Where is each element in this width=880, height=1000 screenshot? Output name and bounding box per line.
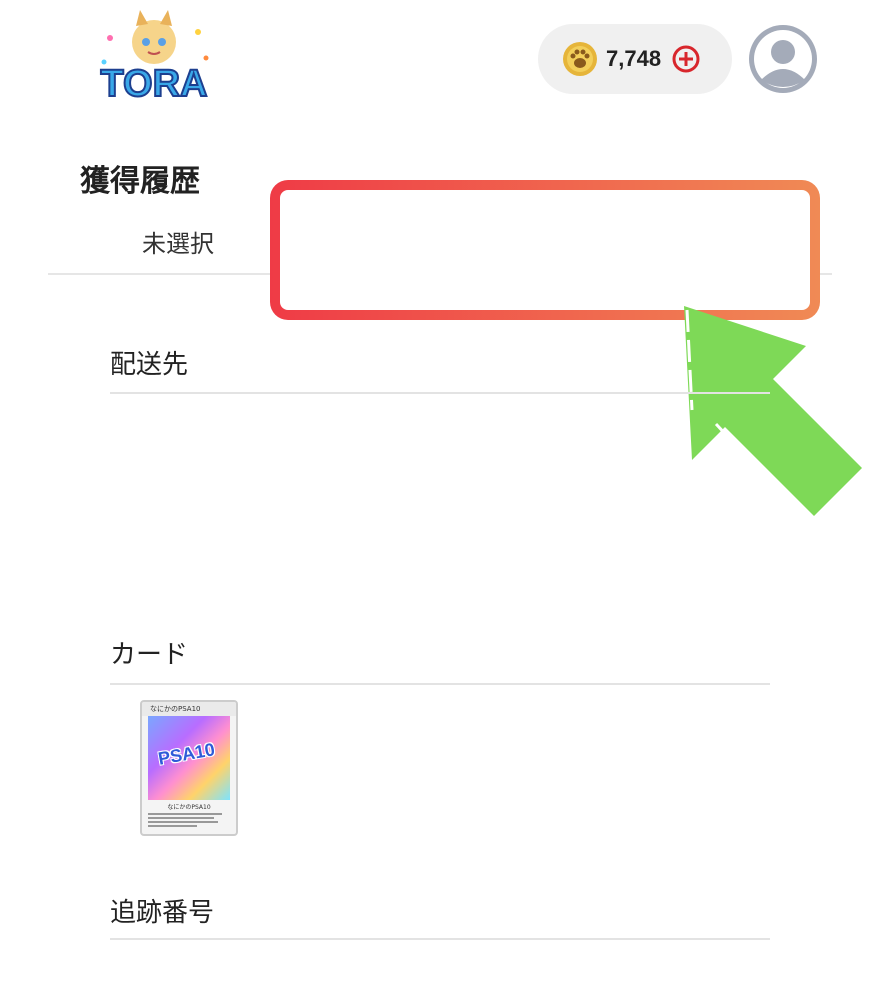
pointer-arrow-icon (684, 306, 862, 516)
card-section-divider (110, 683, 770, 685)
tora-logo[interactable]: TORA (80, 8, 228, 112)
tab-unselected[interactable]: 未選択 (78, 224, 278, 259)
card-psa-text: PSA10 (156, 739, 217, 769)
tab-shipped[interactable]: 発送済み (602, 224, 802, 259)
tabs-divider (48, 273, 832, 275)
user-avatar-icon[interactable] (748, 24, 818, 94)
card-artwork: PSA10 (148, 716, 230, 800)
paw-coin-icon (563, 42, 597, 76)
plus-circle-icon[interactable] (671, 44, 701, 74)
card-title: なにかのPSA10 (142, 702, 236, 716)
tracking-number-label: 追跡番号 (110, 898, 215, 928)
coin-balance-pill[interactable]: 7,748 (538, 24, 732, 94)
card-thumbnail[interactable]: なにかのPSA10 PSA10 なにかのPSA10 (140, 700, 238, 836)
card-section-label: カード (110, 640, 189, 670)
tracking-number-divider (110, 938, 770, 940)
tab-pending-shipment[interactable]: 発送待ち (340, 224, 540, 259)
shipping-address-divider (110, 392, 770, 394)
page-title: 獲得履歴 (80, 164, 200, 199)
coin-balance-value: 7,748 (606, 46, 662, 71)
card-caption: なにかのPSA10 (167, 804, 211, 811)
shipping-address-label: 配送先 (110, 350, 189, 380)
logo-wordmark: TORA (101, 63, 208, 105)
card-description-lines (148, 813, 230, 827)
